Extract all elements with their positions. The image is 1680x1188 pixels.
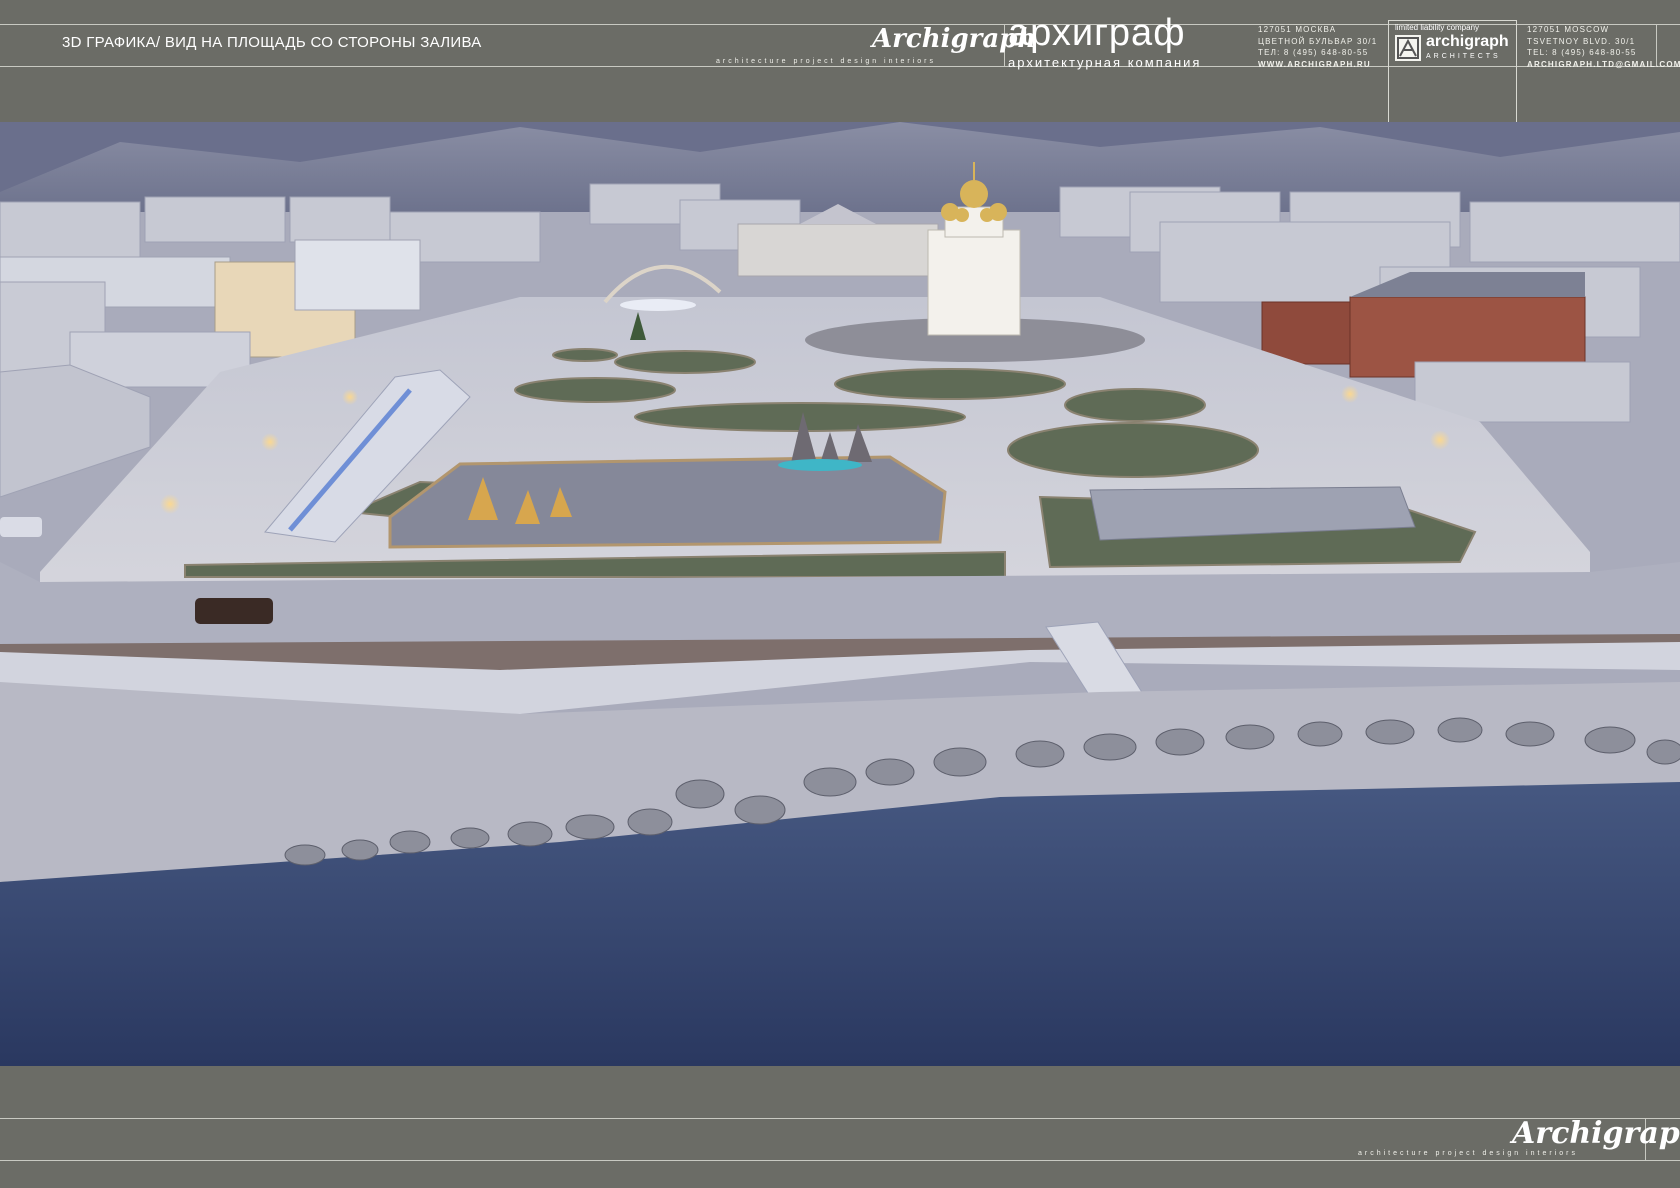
phone-line: TEL: 8 (495) 648-80-55	[1527, 48, 1637, 57]
address-en: 127051 MOSCOW TSVETNOY BLVD. 30/1 TEL: 8…	[1527, 24, 1680, 70]
email-link[interactable]: ARCHIGRAPH.LTD@GMAIL.COM	[1527, 59, 1680, 71]
render-image	[0, 122, 1680, 1066]
address-line: TSVETNOY BLVD. 30/1	[1527, 36, 1636, 46]
tagline: architecture project design interiors	[716, 58, 936, 65]
address-ru: 127051 МОСКВА ЦВЕТНОЙ БУЛЬВАР 30/1 ТЕЛ: …	[1258, 24, 1377, 70]
logo-subtitle: ARCHITECTS	[1426, 53, 1501, 60]
footer-signature-logo: Archigraph	[1512, 1116, 1680, 1151]
logo-name: archigraph	[1426, 33, 1509, 50]
footer-tagline: architecture project design interiors	[1358, 1150, 1578, 1157]
page-title: 3D ГРАФИКА/ ВИД НА ПЛОЩАДЬ СО СТОРОНЫ ЗА…	[62, 34, 482, 51]
brand-subtitle: архитектурная компания	[1008, 55, 1202, 70]
car	[195, 598, 273, 624]
civic-building	[737, 223, 939, 277]
footer-bottom-rule	[0, 1160, 1680, 1161]
car	[0, 517, 42, 537]
fountain	[620, 299, 696, 311]
brand-name: архиграф	[1008, 12, 1186, 54]
address-line: 127051 МОСКВА	[1258, 25, 1337, 34]
footer-top-rule	[0, 1118, 1680, 1119]
logo-llc: limited liability company	[1395, 23, 1480, 32]
phone-line: ТЕЛ: 8 (495) 648-80-55	[1258, 48, 1369, 57]
website-link[interactable]: WWW.ARCHIGRAPH.RU	[1258, 59, 1377, 71]
splash-pad	[778, 459, 862, 471]
address-line: ЦВЕТНОЙ БУЛЬВАР 30/1	[1258, 36, 1378, 46]
address-line: 127051 MOSCOW	[1527, 25, 1610, 34]
render-scene	[0, 122, 1680, 1066]
playground	[388, 455, 947, 549]
logo-mark-icon	[1395, 35, 1421, 61]
